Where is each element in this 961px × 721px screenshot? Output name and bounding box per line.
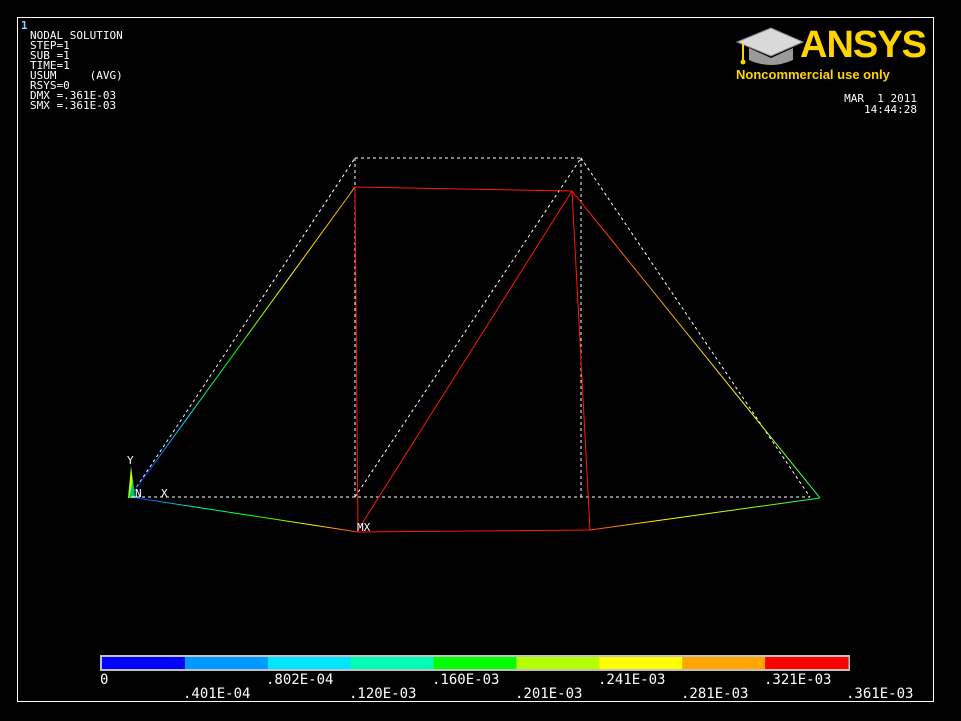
legend-label-1: .401E-04: [183, 686, 251, 702]
triad-x-label: X: [161, 487, 168, 500]
legend-swatch-3: [350, 657, 435, 669]
legend-swatch-5: [516, 657, 600, 669]
legend-swatch-0: [102, 657, 186, 669]
legend-swatch-6: [599, 657, 683, 669]
triad-y-label: Y: [127, 454, 134, 467]
legend-label-2: .802E-04: [266, 672, 334, 688]
legend-label-4: .160E-03: [432, 672, 500, 688]
legend-label-5: .201E-03: [515, 686, 583, 702]
legend-swatch-4: [433, 657, 517, 669]
max-displacement-label: MX: [357, 521, 371, 534]
legend-label-9: .361E-03: [846, 686, 914, 702]
legend-label-8: .321E-03: [764, 672, 832, 688]
legend-swatch-8: [765, 657, 849, 669]
triad-node-label: N: [135, 487, 142, 500]
legend-label-7: .281E-03: [681, 686, 749, 702]
legend-label-3: .120E-03: [349, 686, 417, 702]
deformed-shape: [129, 186, 821, 533]
legend-label-0: 0: [100, 672, 109, 688]
contour-legend-bar: [100, 655, 850, 671]
legend-swatch-7: [682, 657, 766, 669]
legend-label-6: .241E-03: [598, 672, 666, 688]
legend-swatch-2: [267, 657, 352, 669]
undeformed-shape: [129, 157, 811, 498]
legend-swatch-1: [184, 657, 269, 669]
truss-model-plot: Y N X MX: [100, 157, 850, 671]
